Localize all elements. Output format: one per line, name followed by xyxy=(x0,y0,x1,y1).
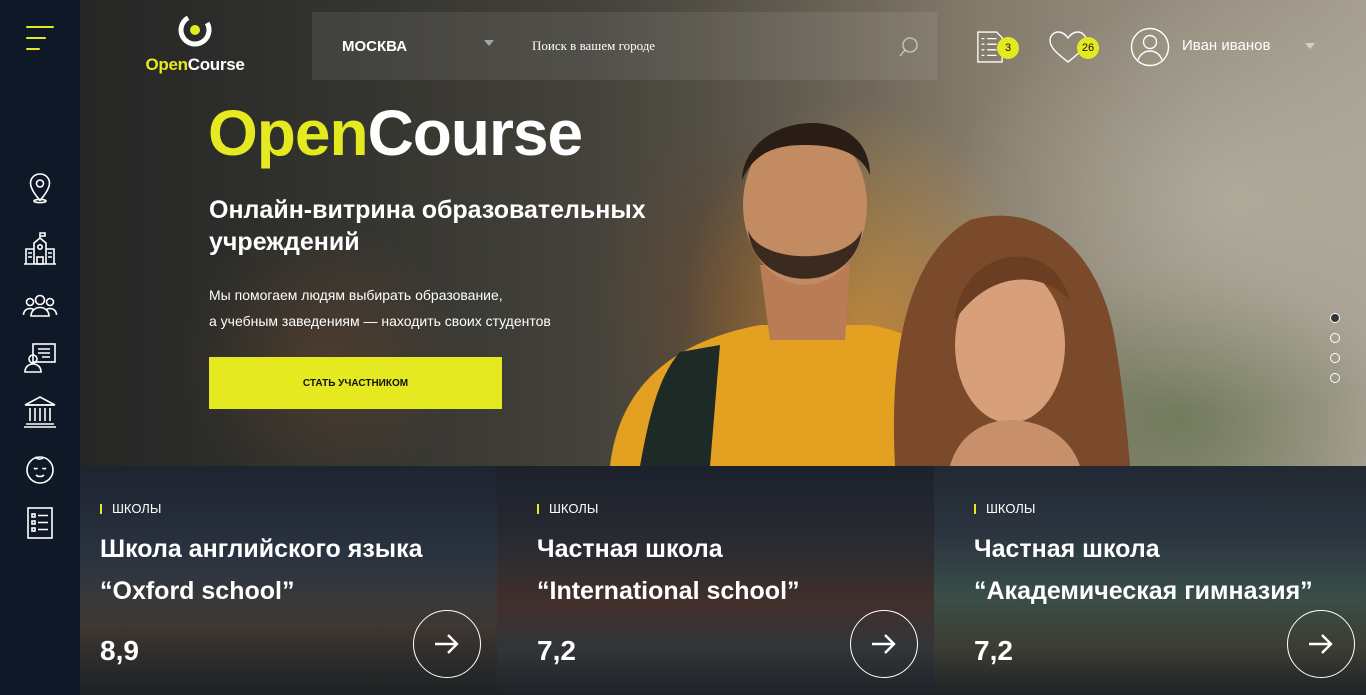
slider-dot-2[interactable] xyxy=(1330,333,1340,343)
slider-dot-3[interactable] xyxy=(1330,353,1340,363)
search-icon[interactable] xyxy=(898,36,920,58)
sidebar xyxy=(0,0,80,695)
card-category: ШКОЛЫ xyxy=(100,501,161,516)
compare-button[interactable]: 3 xyxy=(976,30,1019,66)
arrow-right-icon xyxy=(435,634,459,654)
logo-text: OpenCourse xyxy=(145,55,245,74)
become-member-button[interactable]: СТАТЬ УЧАСТНИКОМ xyxy=(209,357,502,409)
card-open-button[interactable] xyxy=(413,610,481,678)
card-rating: 8,9 xyxy=(100,635,139,666)
user-menu-chevron-icon[interactable] xyxy=(1305,43,1315,49)
school-card[interactable]: ШКОЛЫ Школа английского языка “Oxford sch… xyxy=(80,466,497,695)
avatar[interactable] xyxy=(1130,27,1170,67)
search-input[interactable] xyxy=(532,32,892,60)
university-icon[interactable] xyxy=(20,392,60,432)
people-icon[interactable] xyxy=(20,286,60,326)
card-title: Частная школа “International school” xyxy=(537,535,800,605)
school-card[interactable]: ШКОЛЫ Частная школа “Академическая гимназ… xyxy=(934,466,1366,695)
card-open-button[interactable] xyxy=(850,610,918,678)
user-name[interactable]: Иван иванов xyxy=(1182,37,1271,54)
baby-icon[interactable] xyxy=(20,449,60,489)
teacher-icon[interactable] xyxy=(20,337,60,377)
card-rating: 7,2 xyxy=(537,635,576,666)
list-icon[interactable] xyxy=(20,503,60,543)
hero-subtitle: Онлайн-витрина образовательных учреждени… xyxy=(209,196,646,256)
favorites-button[interactable]: 26 xyxy=(1048,30,1108,66)
card-category: ШКОЛЫ xyxy=(974,501,1035,516)
city-selector[interactable]: МОСКВА xyxy=(342,38,407,55)
logo-mark-icon xyxy=(178,13,212,47)
arrow-right-icon xyxy=(872,634,896,654)
card-title: Частная школа “Академическая гимназия” xyxy=(974,535,1313,605)
favorites-badge: 26 xyxy=(1077,37,1099,59)
hero-description: Мы помогаем людям выбирать образование, … xyxy=(209,287,551,329)
hero-photo xyxy=(610,122,1130,466)
search-bar: МОСКВА xyxy=(312,12,937,80)
school-card[interactable]: ШКОЛЫ Частная школа “International school… xyxy=(497,466,934,695)
location-pin-icon[interactable] xyxy=(20,168,60,208)
slider-dot-4[interactable] xyxy=(1330,373,1340,383)
card-open-button[interactable] xyxy=(1287,610,1355,678)
chevron-down-icon[interactable] xyxy=(484,40,494,46)
arrow-right-icon xyxy=(1309,634,1333,654)
card-title: Школа английского языка “Oxford school” xyxy=(100,535,423,605)
menu-icon[interactable] xyxy=(26,26,56,52)
hero-title: OpenCourse xyxy=(208,97,583,169)
compare-badge: 3 xyxy=(997,37,1019,59)
slider-dot-1[interactable] xyxy=(1330,313,1340,323)
card-category: ШКОЛЫ xyxy=(537,501,598,516)
logo[interactable]: OpenCourse xyxy=(140,12,250,76)
card-rating: 7,2 xyxy=(974,635,1013,666)
school-icon[interactable] xyxy=(20,229,60,269)
